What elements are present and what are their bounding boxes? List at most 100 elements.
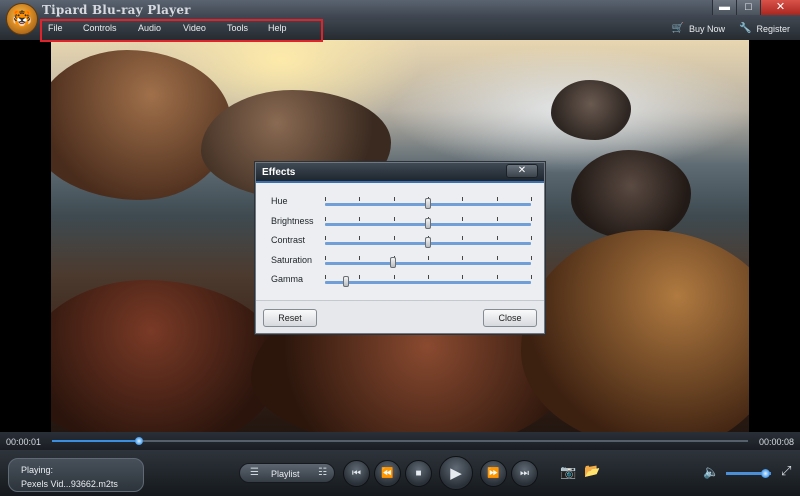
effect-slider-label: Hue (271, 196, 288, 206)
playlist-icon: ☷ (318, 467, 327, 478)
effects-close-icon[interactable]: ✕ (506, 164, 538, 178)
effect-slider-row: Saturation (256, 252, 546, 272)
control-bar: Playing: Pexels Vid...93662.m2ts ☰ Playl… (0, 450, 800, 496)
register-label: Register (756, 23, 790, 34)
playlist-button[interactable]: ☰ Playlist ☷ (239, 463, 335, 483)
buy-now-label: Buy Now (689, 23, 726, 34)
effect-slider-track[interactable] (325, 216, 532, 229)
rock-shape (551, 80, 631, 140)
buy-now-link[interactable]: 🛒 Buy Now (672, 23, 725, 34)
menu-help[interactable]: Help (268, 23, 298, 33)
snapshot-camera-icon[interactable]: 📷 (560, 464, 576, 480)
slider-tick (359, 197, 361, 201)
slider-tick (325, 275, 326, 279)
slider-tick (462, 197, 464, 201)
fast-forward-icon[interactable]: ⏩ (480, 460, 507, 487)
slider-tick (496, 255, 498, 260)
effects-dialog-header: Effects ✕ (256, 163, 544, 183)
wrench-icon: 🔧 (739, 23, 752, 34)
slider-tick (531, 275, 532, 279)
effect-slider-track[interactable] (325, 255, 532, 268)
effect-slider-row: Contrast (256, 232, 546, 252)
playlist-label: Playlist (271, 469, 300, 479)
close-button[interactable]: Close (483, 309, 537, 327)
effect-slider-label: Brightness (271, 215, 314, 226)
effect-slider-track[interactable] (325, 236, 532, 248)
slider-tick (359, 255, 361, 260)
menu-audio[interactable]: Audio (138, 23, 183, 33)
effect-slider-track[interactable] (325, 197, 532, 209)
fullscreen-icon[interactable]: ⤢ (781, 463, 791, 479)
app-title: Tipard Blu-ray Player (42, 3, 191, 17)
stop-icon[interactable]: ■ (405, 460, 432, 487)
effect-slider-row: Hue (256, 193, 546, 213)
total-time: 00:00:08 (758, 437, 794, 447)
effect-slider-thumb[interactable] (425, 198, 431, 209)
effects-dialog: Effects ✕ Hue Brightness Contrast Saturatio… (255, 162, 545, 334)
slider-tick (496, 197, 498, 201)
effect-slider-thumb[interactable] (425, 237, 431, 248)
app-logo-icon[interactable]: 🐯 (6, 3, 38, 35)
effect-slider-row: Brightness (256, 213, 546, 233)
effect-slider-label: Saturation (271, 254, 313, 265)
slider-tick (531, 216, 532, 221)
slider-tick (496, 216, 498, 221)
previous-chapter-icon[interactable]: ⏮ (343, 460, 370, 487)
window-controls: ▬ □ ✕ (712, 0, 800, 15)
cart-icon: 🛒 (671, 23, 685, 34)
slider-tick (531, 197, 532, 201)
slider-tick (393, 216, 395, 221)
effect-slider-thumb[interactable] (389, 256, 396, 268)
progress-bar: 00:00:01 00:00:08 (0, 432, 800, 450)
slider-tick (462, 275, 464, 279)
slider-tick (462, 255, 464, 260)
slider-tick (325, 255, 326, 260)
progress-fill (52, 440, 139, 442)
slider-tick (531, 255, 532, 260)
menu-video[interactable]: Video (183, 23, 227, 33)
header-links: 🛒 Buy Now 🔧 Register (672, 23, 790, 34)
slider-tick (531, 236, 532, 240)
menu-lines-icon: ☰ (250, 467, 259, 478)
menu-items: File Controls Audio Video Tools Help (48, 23, 298, 33)
slider-tick (325, 216, 326, 221)
slider-tick (393, 197, 395, 201)
effects-dialog-title: Effects (262, 167, 296, 178)
slider-tick (359, 275, 361, 279)
progress-thumb[interactable] (135, 437, 143, 445)
menu-file[interactable]: File (48, 23, 83, 33)
progress-track[interactable] (52, 437, 748, 445)
close-window-button[interactable]: ✕ (760, 0, 800, 15)
reset-button[interactable]: Reset (263, 309, 317, 327)
playing-status: Playing: (21, 465, 54, 475)
maximize-button[interactable]: □ (736, 0, 760, 15)
slider-tick (428, 275, 429, 279)
minimize-button[interactable]: ▬ (712, 0, 736, 15)
volume-thumb[interactable] (761, 469, 771, 478)
effect-slider-thumb[interactable] (425, 217, 431, 229)
volume-slider[interactable] (726, 469, 771, 478)
menu-controls[interactable]: Controls (83, 23, 138, 33)
open-folder-icon[interactable]: 📂 (584, 463, 600, 479)
slider-tick (359, 216, 361, 221)
menu-tools[interactable]: Tools (227, 23, 268, 33)
next-chapter-icon[interactable]: ⏭ (511, 460, 538, 487)
slider-tick (462, 236, 464, 240)
rock-shape (571, 150, 691, 240)
slider-tick (393, 275, 395, 279)
slider-tick (428, 255, 429, 260)
rewind-icon[interactable]: ⏪ (374, 460, 401, 487)
slider-tick (462, 216, 464, 221)
effect-slider-track[interactable] (325, 275, 532, 287)
title-bar: Tipard Blu-ray Player ▬ □ ✕ (0, 0, 800, 20)
effect-slider-thumb[interactable] (342, 276, 349, 287)
slider-tick (496, 275, 498, 279)
now-playing-box: Playing: Pexels Vid...93662.m2ts (8, 458, 144, 492)
rock-shape (521, 230, 749, 432)
play-icon[interactable]: ▶ (439, 456, 473, 490)
volume-icon[interactable]: 🔈 (703, 464, 719, 480)
register-link[interactable]: 🔧 Register (739, 23, 790, 34)
slider-tick (393, 236, 395, 240)
slider-tick (496, 236, 498, 240)
current-time: 00:00:01 (6, 437, 42, 447)
